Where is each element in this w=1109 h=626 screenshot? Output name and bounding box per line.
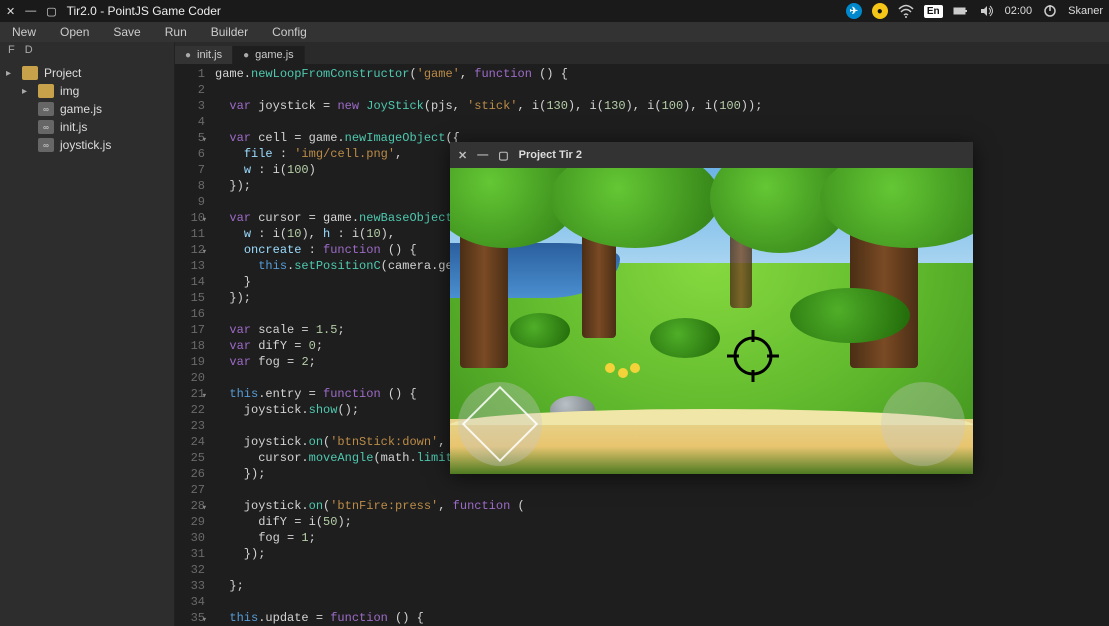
tab-init-js[interactable]: ● init.js (175, 46, 233, 64)
language-indicator[interactable]: En (924, 5, 943, 18)
menu-bar: NewOpenSaveRunBuilderConfig (0, 22, 1109, 42)
line-gutter: 12345▾678910▾1112▾131415161718192021▾222… (175, 64, 211, 626)
expand-arrow-icon[interactable]: ▸ (6, 68, 16, 79)
code-line[interactable]: }); (215, 546, 1105, 562)
power-icon[interactable] (1042, 3, 1058, 19)
code-line[interactable] (215, 82, 1105, 98)
app-tray-icon[interactable]: ● (872, 3, 888, 19)
telegram-icon[interactable]: ✈ (846, 3, 862, 19)
code-line[interactable] (215, 482, 1105, 498)
tree-item-game-js[interactable]: ∞ game.js (0, 100, 174, 118)
game-titlebar[interactable]: ✕ — ▢ Project Tir 2 (450, 142, 973, 168)
code-line[interactable] (215, 114, 1105, 130)
close-tab-icon[interactable]: ● (185, 50, 191, 61)
sidebar-tab-debug[interactable]: D (25, 44, 33, 60)
system-tray: ✈ ● En 02:00 Skaner (846, 3, 1103, 19)
maximize-icon[interactable]: ▢ (498, 149, 508, 162)
sidebar-tab-files[interactable]: F (8, 44, 15, 60)
file-tree: ▸ Project ▸ img ∞ game.js ∞ init.js ∞ joystick.js (0, 62, 174, 156)
code-line[interactable]: game.newLoopFromConstructor('game', func… (215, 66, 1105, 82)
menu-item-config[interactable]: Config (260, 23, 319, 41)
app-title: Tir2.0 - PointJS Game Coder (67, 4, 221, 18)
tree-item-joystick-js[interactable]: ∞ joystick.js (0, 136, 174, 154)
tree-item-label: Project (44, 66, 81, 80)
tab-game-js[interactable]: ● game.js (233, 46, 305, 64)
code-line[interactable]: joystick.on('btnFire:press', function ( (215, 498, 1105, 514)
menu-item-run[interactable]: Run (153, 23, 199, 41)
menu-item-builder[interactable]: Builder (199, 23, 260, 41)
folder-icon (38, 84, 54, 98)
close-tab-icon[interactable]: ● (243, 50, 249, 61)
virtual-joystick-fire[interactable] (881, 382, 965, 466)
tree-item-label: init.js (60, 120, 87, 134)
code-line[interactable]: var joystick = new JoyStick(pjs, 'stick'… (215, 98, 1105, 114)
expand-arrow-icon[interactable]: ▸ (22, 86, 32, 97)
menu-item-new[interactable]: New (0, 23, 48, 41)
code-line[interactable]: difY = i(50); (215, 514, 1105, 530)
wifi-icon[interactable] (898, 3, 914, 19)
tree-item-label: game.js (60, 102, 102, 116)
game-canvas[interactable] (450, 168, 973, 474)
js-file-icon: ∞ (38, 138, 54, 152)
editor-tabs: ● init.js ● game.js (175, 42, 1109, 64)
tree-item-label: joystick.js (60, 138, 111, 152)
minimize-icon[interactable]: — (25, 5, 36, 18)
code-line[interactable]: }; (215, 578, 1105, 594)
tab-label: game.js (255, 49, 294, 61)
battery-icon[interactable] (953, 3, 969, 19)
code-line[interactable] (215, 594, 1105, 610)
close-icon[interactable]: ✕ (6, 5, 15, 18)
volume-icon[interactable] (979, 3, 995, 19)
sidebar: F D ▸ Project ▸ img ∞ game.js ∞ init.js ∞ joystic… (0, 42, 175, 626)
code-line[interactable]: this.update = function () { (215, 610, 1105, 626)
crosshair-icon (725, 328, 781, 384)
js-file-icon: ∞ (38, 102, 54, 116)
tree-item-img[interactable]: ▸ img (0, 82, 174, 100)
js-file-icon: ∞ (38, 120, 54, 134)
tree-item-project[interactable]: ▸ Project (0, 64, 174, 82)
tree-item-label: img (60, 84, 79, 98)
game-preview-window[interactable]: ✕ — ▢ Project Tir 2 (450, 142, 973, 474)
system-titlebar: ✕ — ▢ Tir2.0 - PointJS Game Coder ✈ ● En… (0, 0, 1109, 22)
maximize-icon[interactable]: ▢ (46, 5, 56, 18)
tab-label: init.js (197, 49, 222, 61)
tree-item-init-js[interactable]: ∞ init.js (0, 118, 174, 136)
clock[interactable]: 02:00 (1005, 5, 1033, 17)
code-line[interactable] (215, 562, 1105, 578)
fold-arrow-icon[interactable]: ▾ (202, 612, 207, 626)
code-line[interactable]: fog = 1; (215, 530, 1105, 546)
close-icon[interactable]: ✕ (458, 149, 467, 162)
menu-item-open[interactable]: Open (48, 23, 101, 41)
user-name[interactable]: Skaner (1068, 5, 1103, 17)
minimize-icon[interactable]: — (477, 149, 488, 162)
game-title: Project Tir 2 (519, 149, 582, 161)
folder-icon (22, 66, 38, 80)
menu-item-save[interactable]: Save (101, 23, 152, 41)
virtual-joystick-move[interactable] (458, 382, 542, 466)
